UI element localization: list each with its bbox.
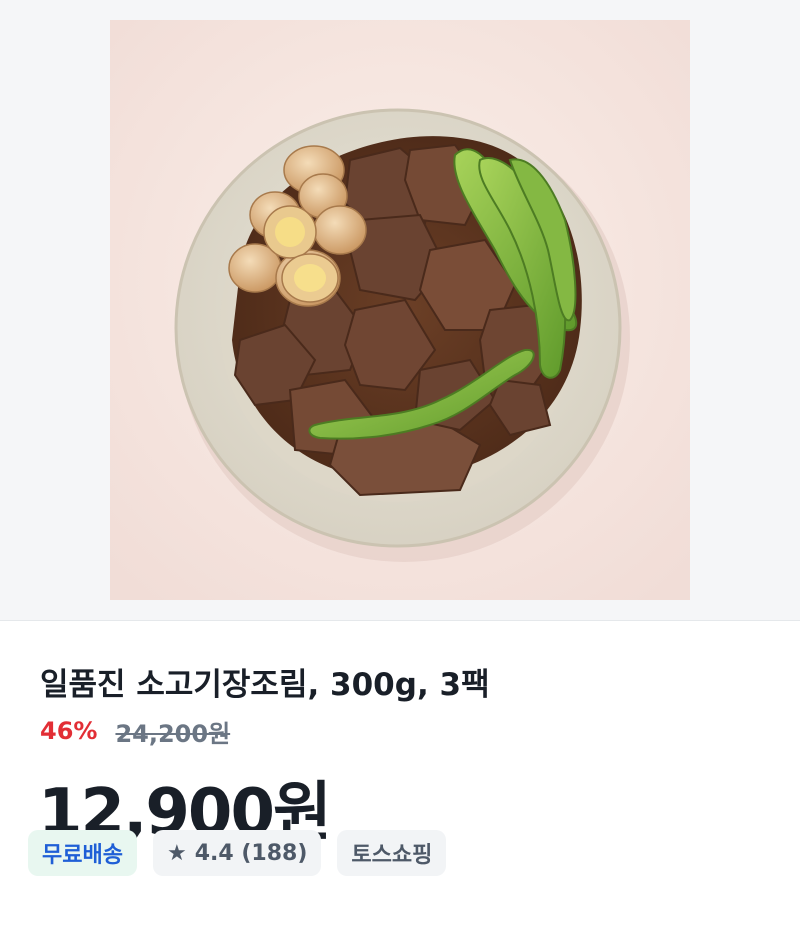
- food-illustration: [110, 20, 690, 600]
- product-badges: 무료배송 ★ 4.4 (188) 토스쇼핑: [28, 830, 447, 876]
- product-title[interactable]: 일품진 소고기장조림, 300g, 3팩: [40, 659, 490, 704]
- free-shipping-badge: 무료배송: [28, 830, 137, 876]
- product-photo[interactable]: [110, 20, 690, 600]
- seller-badge[interactable]: 토스쇼핑: [337, 830, 447, 876]
- original-price: 24,200원: [115, 719, 231, 748]
- discount-rate: 46%: [40, 717, 98, 745]
- free-shipping-label: 무료배송: [42, 843, 123, 868]
- seller-label: 토스쇼핑: [351, 843, 433, 868]
- star-icon: ★: [166, 840, 187, 866]
- price-discount-row: 46% 24,200원: [40, 715, 231, 748]
- product-image-area: [0, 0, 800, 621]
- rating-label: 4.4 (188): [194, 840, 308, 866]
- rating-badge[interactable]: ★ 4.4 (188): [152, 830, 322, 876]
